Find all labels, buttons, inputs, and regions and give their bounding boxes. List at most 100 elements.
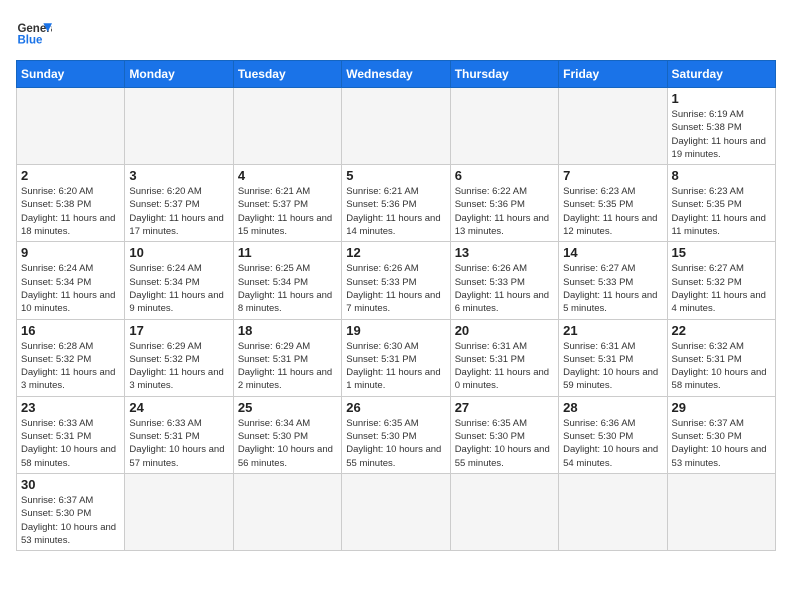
svg-text:Blue: Blue [17,34,43,46]
calendar-header-thursday: Thursday [450,61,558,88]
calendar-cell: 16Sunrise: 6:28 AM Sunset: 5:32 PM Dayli… [17,319,125,396]
day-number: 1 [672,91,771,106]
calendar-cell [667,473,775,550]
day-info: Sunrise: 6:27 AM Sunset: 5:33 PM Dayligh… [563,262,662,315]
day-info: Sunrise: 6:19 AM Sunset: 5:38 PM Dayligh… [672,108,771,161]
day-info: Sunrise: 6:27 AM Sunset: 5:32 PM Dayligh… [672,262,771,315]
day-number: 18 [238,323,337,338]
day-info: Sunrise: 6:28 AM Sunset: 5:32 PM Dayligh… [21,340,120,393]
day-info: Sunrise: 6:20 AM Sunset: 5:37 PM Dayligh… [129,185,228,238]
calendar-cell [233,473,341,550]
day-info: Sunrise: 6:20 AM Sunset: 5:38 PM Dayligh… [21,185,120,238]
calendar: SundayMondayTuesdayWednesdayThursdayFrid… [16,60,776,551]
calendar-week-row: 9 Sunrise: 6:24 AM Sunset: 5:34 PM Daylig… [17,242,776,319]
day-info: Sunrise: 6:31 AM Sunset: 5:31 PM Dayligh… [563,340,662,393]
calendar-header-friday: Friday [559,61,667,88]
calendar-cell: 11Sunrise: 6:25 AM Sunset: 5:34 PM Dayli… [233,242,341,319]
calendar-cell: 6 Sunrise: 6:22 AM Sunset: 5:36 PM Daylig… [450,165,558,242]
day-info: Sunrise: 6:34 AM Sunset: 5:30 PM Dayligh… [238,417,337,470]
calendar-cell: 19Sunrise: 6:30 AM Sunset: 5:31 PM Dayli… [342,319,450,396]
day-info: Sunrise: 6:24 AM Sunset: 5:34 PM Dayligh… [21,262,120,315]
day-number: 13 [455,245,554,260]
calendar-cell: 25 Sunrise: 6:34 AM Sunset: 5:30 PM Dayli… [233,396,341,473]
day-number: 23 [21,400,120,415]
day-number: 27 [455,400,554,415]
day-number: 30 [21,477,120,492]
calendar-cell [450,88,558,165]
calendar-cell [233,88,341,165]
day-number: 6 [455,168,554,183]
calendar-header-monday: Monday [125,61,233,88]
calendar-cell [125,473,233,550]
day-info: Sunrise: 6:24 AM Sunset: 5:34 PM Dayligh… [129,262,228,315]
calendar-cell [450,473,558,550]
day-number: 5 [346,168,445,183]
calendar-cell: 22Sunrise: 6:32 AM Sunset: 5:31 PM Dayli… [667,319,775,396]
day-info: Sunrise: 6:35 AM Sunset: 5:30 PM Dayligh… [346,417,445,470]
calendar-header-wednesday: Wednesday [342,61,450,88]
day-number: 25 [238,400,337,415]
calendar-cell: 14Sunrise: 6:27 AM Sunset: 5:33 PM Dayli… [559,242,667,319]
day-number: 2 [21,168,120,183]
day-number: 11 [238,245,337,260]
day-info: Sunrise: 6:23 AM Sunset: 5:35 PM Dayligh… [563,185,662,238]
calendar-cell: 9 Sunrise: 6:24 AM Sunset: 5:34 PM Daylig… [17,242,125,319]
calendar-cell: 3 Sunrise: 6:20 AM Sunset: 5:37 PM Daylig… [125,165,233,242]
calendar-cell [342,473,450,550]
logo: General Blue [16,16,52,52]
day-number: 29 [672,400,771,415]
day-info: Sunrise: 6:26 AM Sunset: 5:33 PM Dayligh… [346,262,445,315]
calendar-cell [559,473,667,550]
day-number: 19 [346,323,445,338]
calendar-cell [559,88,667,165]
calendar-cell: 20 Sunrise: 6:31 AM Sunset: 5:31 PM Dayli… [450,319,558,396]
calendar-cell: 13 Sunrise: 6:26 AM Sunset: 5:33 PM Dayli… [450,242,558,319]
day-number: 7 [563,168,662,183]
calendar-week-row: 16Sunrise: 6:28 AM Sunset: 5:32 PM Dayli… [17,319,776,396]
day-number: 20 [455,323,554,338]
day-info: Sunrise: 6:21 AM Sunset: 5:37 PM Dayligh… [238,185,337,238]
calendar-cell: 8 Sunrise: 6:23 AM Sunset: 5:35 PM Daylig… [667,165,775,242]
calendar-week-row: 23 Sunrise: 6:33 AM Sunset: 5:31 PM Dayli… [17,396,776,473]
day-number: 3 [129,168,228,183]
day-number: 22 [672,323,771,338]
day-number: 17 [129,323,228,338]
calendar-cell: 17 Sunrise: 6:29 AM Sunset: 5:32 PM Dayli… [125,319,233,396]
calendar-week-row: 30 Sunrise: 6:37 AM Sunset: 5:30 PM Dayli… [17,473,776,550]
day-info: Sunrise: 6:21 AM Sunset: 5:36 PM Dayligh… [346,185,445,238]
calendar-week-row: 2 Sunrise: 6:20 AM Sunset: 5:38 PM Daylig… [17,165,776,242]
day-info: Sunrise: 6:26 AM Sunset: 5:33 PM Dayligh… [455,262,554,315]
day-number: 9 [21,245,120,260]
day-info: Sunrise: 6:31 AM Sunset: 5:31 PM Dayligh… [455,340,554,393]
calendar-cell: 15Sunrise: 6:27 AM Sunset: 5:32 PM Dayli… [667,242,775,319]
calendar-cell: 5 Sunrise: 6:21 AM Sunset: 5:36 PM Daylig… [342,165,450,242]
calendar-cell: 7 Sunrise: 6:23 AM Sunset: 5:35 PM Daylig… [559,165,667,242]
calendar-cell [342,88,450,165]
calendar-cell [17,88,125,165]
calendar-cell: 2 Sunrise: 6:20 AM Sunset: 5:38 PM Daylig… [17,165,125,242]
calendar-cell: 30 Sunrise: 6:37 AM Sunset: 5:30 PM Dayli… [17,473,125,550]
day-info: Sunrise: 6:22 AM Sunset: 5:36 PM Dayligh… [455,185,554,238]
day-number: 26 [346,400,445,415]
calendar-header-tuesday: Tuesday [233,61,341,88]
header: General Blue [16,16,776,52]
calendar-header-row: SundayMondayTuesdayWednesdayThursdayFrid… [17,61,776,88]
calendar-week-row: 1 Sunrise: 6:19 AM Sunset: 5:38 PM Daylig… [17,88,776,165]
calendar-cell: 28Sunrise: 6:36 AM Sunset: 5:30 PM Dayli… [559,396,667,473]
day-info: Sunrise: 6:33 AM Sunset: 5:31 PM Dayligh… [21,417,120,470]
day-info: Sunrise: 6:29 AM Sunset: 5:32 PM Dayligh… [129,340,228,393]
day-info: Sunrise: 6:23 AM Sunset: 5:35 PM Dayligh… [672,185,771,238]
calendar-cell [125,88,233,165]
logo-icon: General Blue [16,16,52,52]
day-info: Sunrise: 6:36 AM Sunset: 5:30 PM Dayligh… [563,417,662,470]
day-number: 8 [672,168,771,183]
day-number: 21 [563,323,662,338]
day-info: Sunrise: 6:37 AM Sunset: 5:30 PM Dayligh… [672,417,771,470]
day-info: Sunrise: 6:37 AM Sunset: 5:30 PM Dayligh… [21,494,120,547]
calendar-cell: 29 Sunrise: 6:37 AM Sunset: 5:30 PM Dayli… [667,396,775,473]
calendar-cell: 27 Sunrise: 6:35 AM Sunset: 5:30 PM Dayli… [450,396,558,473]
calendar-cell: 24Sunrise: 6:33 AM Sunset: 5:31 PM Dayli… [125,396,233,473]
day-info: Sunrise: 6:35 AM Sunset: 5:30 PM Dayligh… [455,417,554,470]
day-number: 24 [129,400,228,415]
calendar-cell: 1 Sunrise: 6:19 AM Sunset: 5:38 PM Daylig… [667,88,775,165]
